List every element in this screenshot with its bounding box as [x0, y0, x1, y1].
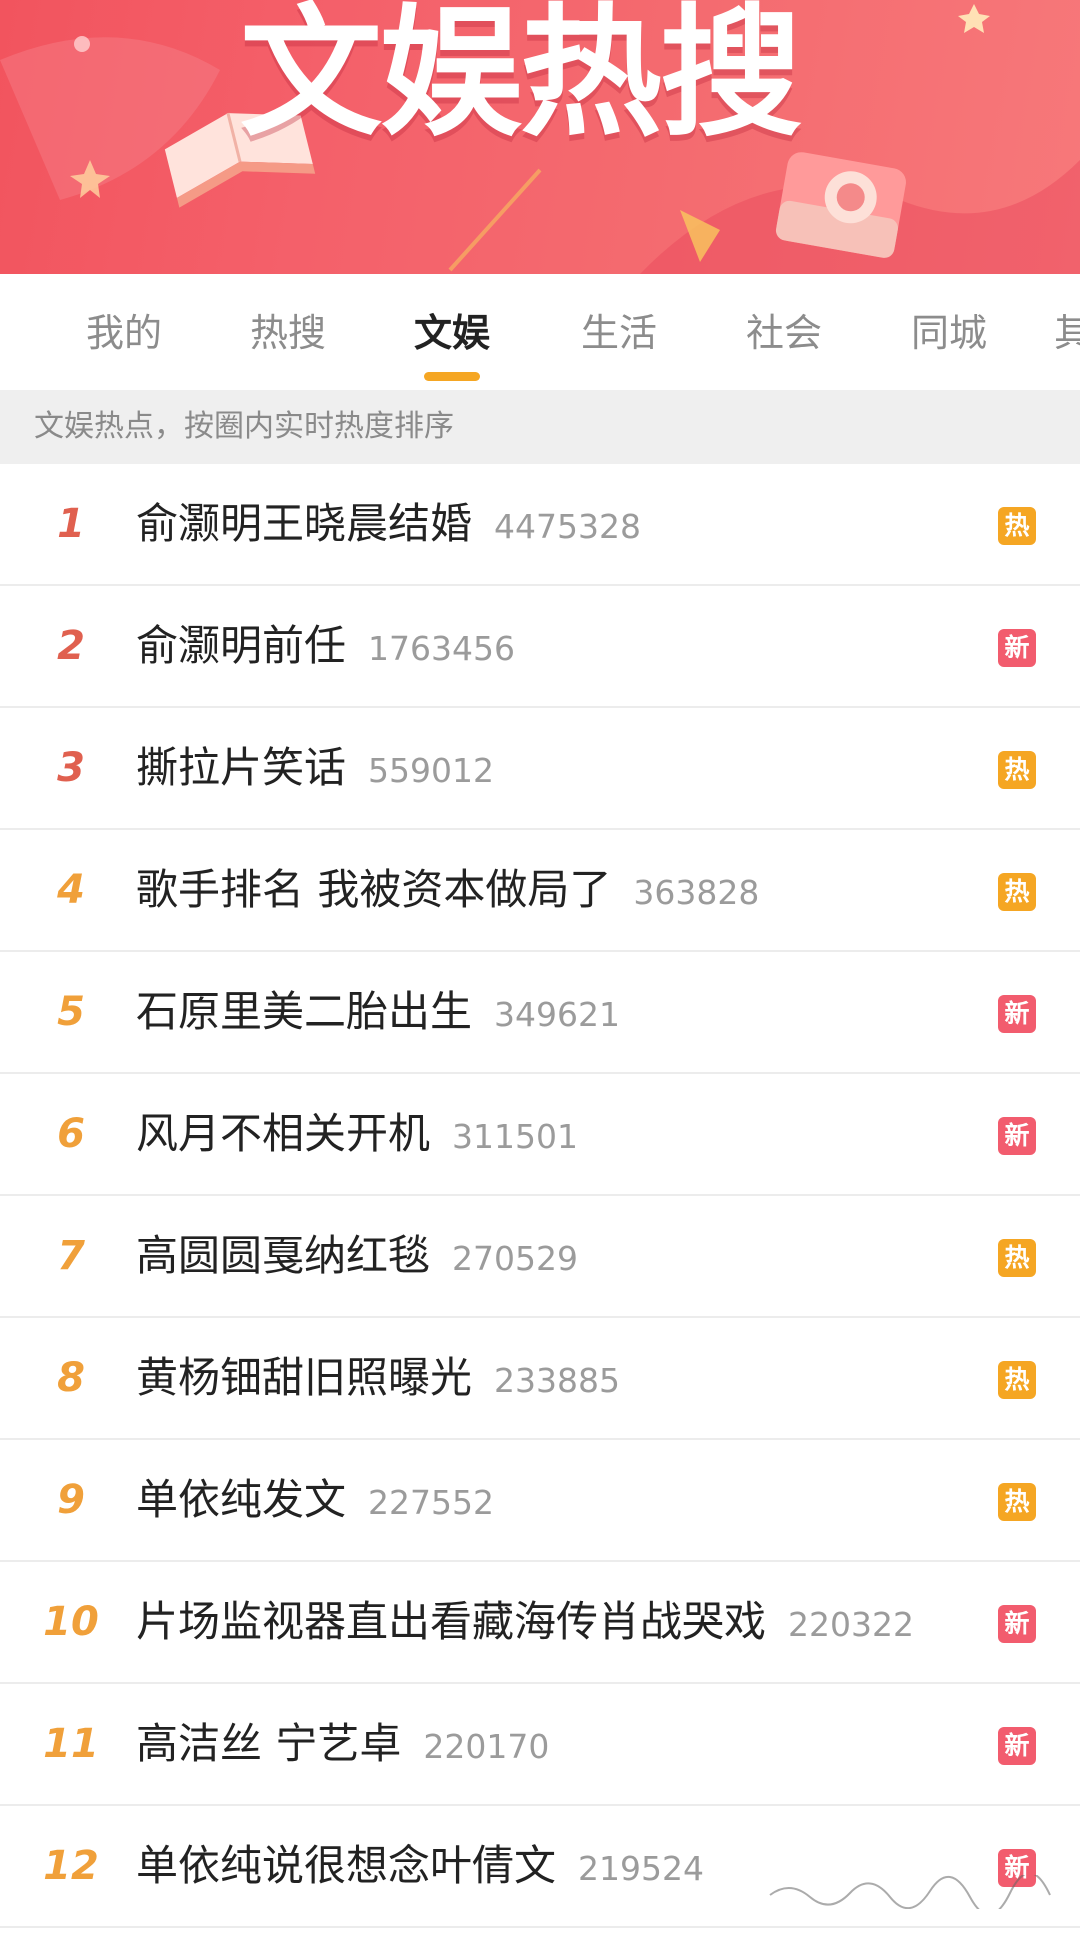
hot-search-list: 1 俞灏明王晓晨结婚 4475328 热 2 俞灏明前任 1763456 新 3 撕拉片笑话 559…	[0, 464, 1080, 1928]
item-text: 高洁丝 宁艺卓 220170	[136, 1684, 549, 1804]
item-title[interactable]: 石原里美二胎出生	[136, 987, 472, 1036]
heat-count: 219524	[578, 1849, 704, 1888]
item-title[interactable]: 风月不相关开机	[136, 1109, 430, 1158]
section-description: 文娱热点，按圈内实时热度排序	[0, 390, 1080, 464]
heat-count: 363828	[633, 873, 760, 912]
heat-count: 4475328	[494, 507, 641, 546]
heat-count: 559012	[368, 751, 494, 790]
item-title[interactable]: 俞灏明前任	[136, 621, 346, 670]
item-title[interactable]: 单依纯发文	[136, 1475, 346, 1524]
new-badge: 新	[998, 1605, 1036, 1643]
item-text: 黄杨钿甜旧照曝光 233885	[136, 1318, 620, 1438]
item-text: 歌手排名 我被资本做局了 363828	[136, 830, 759, 950]
hot-badge: 热	[998, 1483, 1036, 1521]
list-item[interactable]: 1 俞灏明王晓晨结婚 4475328 热	[0, 464, 1080, 586]
item-text: 风月不相关开机 311501	[136, 1074, 578, 1194]
heat-count: 220322	[788, 1605, 914, 1644]
item-title[interactable]: 歌手排名 我被资本做局了	[136, 865, 611, 914]
hot-badge: 热	[998, 1361, 1036, 1399]
item-text: 石原里美二胎出生 349621	[136, 952, 620, 1072]
item-title[interactable]: 片场监视器直出看藏海传肖战哭戏	[136, 1597, 766, 1646]
list-item[interactable]: 12 单依纯说很想念叶倩文 219524 新	[0, 1806, 1080, 1928]
rank-number: 1	[57, 501, 85, 547]
heat-count: 311501	[452, 1117, 578, 1156]
item-text: 片场监视器直出看藏海传肖战哭戏 220322	[136, 1562, 914, 1682]
item-title[interactable]: 黄杨钿甜旧照曝光	[136, 1353, 472, 1402]
item-title[interactable]: 高圆圆戛纳红毯	[136, 1231, 430, 1280]
hot-badge: 热	[998, 507, 1036, 545]
hot-badge: 热	[998, 873, 1036, 911]
heat-count: 349621	[494, 995, 620, 1034]
list-item[interactable]: 7 高圆圆戛纳红毯 270529 热	[0, 1196, 1080, 1318]
item-title[interactable]: 单依纯说很想念叶倩文	[136, 1841, 556, 1890]
item-text: 单依纯发文 227552	[136, 1440, 494, 1560]
active-tab-indicator	[424, 372, 480, 381]
tab-mine[interactable]: 我的	[64, 308, 184, 358]
item-title[interactable]: 撕拉片笑话	[136, 743, 346, 792]
rank-number: 6	[57, 1111, 85, 1157]
item-text: 高圆圆戛纳红毯 270529	[136, 1196, 578, 1316]
banner-title: 文娱热搜	[240, 0, 802, 156]
tab-local[interactable]: 同城	[889, 308, 1009, 358]
category-tabs: 我的 热搜 文娱 生活 社会 同城 其	[0, 274, 1080, 390]
list-item[interactable]: 2 俞灏明前任 1763456 新	[0, 586, 1080, 708]
list-item[interactable]: 6 风月不相关开机 311501 新	[0, 1074, 1080, 1196]
item-title[interactable]: 高洁丝 宁艺卓	[136, 1719, 401, 1768]
list-item[interactable]: 11 高洁丝 宁艺卓 220170 新	[0, 1684, 1080, 1806]
tab-life[interactable]: 生活	[559, 308, 679, 358]
tab-hot-search[interactable]: 热搜	[228, 308, 348, 358]
heat-count: 233885	[494, 1361, 620, 1400]
header-banner: 文娱热搜	[0, 0, 1080, 274]
rank-number: 3	[57, 745, 85, 791]
rank-number: 8	[57, 1355, 85, 1401]
rank-number: 4	[57, 867, 85, 913]
hot-badge: 热	[998, 751, 1036, 789]
heat-count: 1763456	[368, 629, 515, 668]
list-item[interactable]: 4 歌手排名 我被资本做局了 363828 热	[0, 830, 1080, 952]
rank-number: 7	[57, 1233, 85, 1279]
item-title[interactable]: 俞灏明王晓晨结婚	[136, 499, 472, 548]
hot-badge: 热	[998, 1239, 1036, 1277]
rank-number: 5	[57, 989, 85, 1035]
item-text: 俞灏明前任 1763456	[136, 586, 515, 706]
watermark	[769, 1875, 1051, 1909]
item-text: 单依纯说很想念叶倩文 219524	[136, 1806, 704, 1926]
rank-number: 12	[43, 1843, 99, 1889]
heat-count: 227552	[368, 1483, 494, 1522]
tab-society[interactable]: 社会	[724, 308, 844, 358]
rank-number: 9	[57, 1477, 85, 1523]
new-badge: 新	[998, 1727, 1036, 1765]
new-badge: 新	[998, 629, 1036, 667]
new-badge: 新	[998, 995, 1036, 1033]
tab-more[interactable]: 其	[1054, 308, 1080, 358]
rank-number: 11	[43, 1721, 99, 1767]
new-badge: 新	[998, 1117, 1036, 1155]
tab-entertainment[interactable]: 文娱	[392, 308, 512, 358]
item-text: 撕拉片笑话 559012	[136, 708, 494, 828]
list-item[interactable]: 5 石原里美二胎出生 349621 新	[0, 952, 1080, 1074]
heat-count: 220170	[423, 1727, 550, 1766]
list-item[interactable]: 9 单依纯发文 227552 热	[0, 1440, 1080, 1562]
rank-number: 10	[43, 1599, 99, 1645]
list-item[interactable]: 3 撕拉片笑话 559012 热	[0, 708, 1080, 830]
list-item[interactable]: 10 片场监视器直出看藏海传肖战哭戏 220322 新	[0, 1562, 1080, 1684]
item-text: 俞灏明王晓晨结婚 4475328	[136, 464, 641, 584]
heat-count: 270529	[452, 1239, 578, 1278]
rank-number: 2	[57, 623, 85, 669]
list-item[interactable]: 8 黄杨钿甜旧照曝光 233885 热	[0, 1318, 1080, 1440]
